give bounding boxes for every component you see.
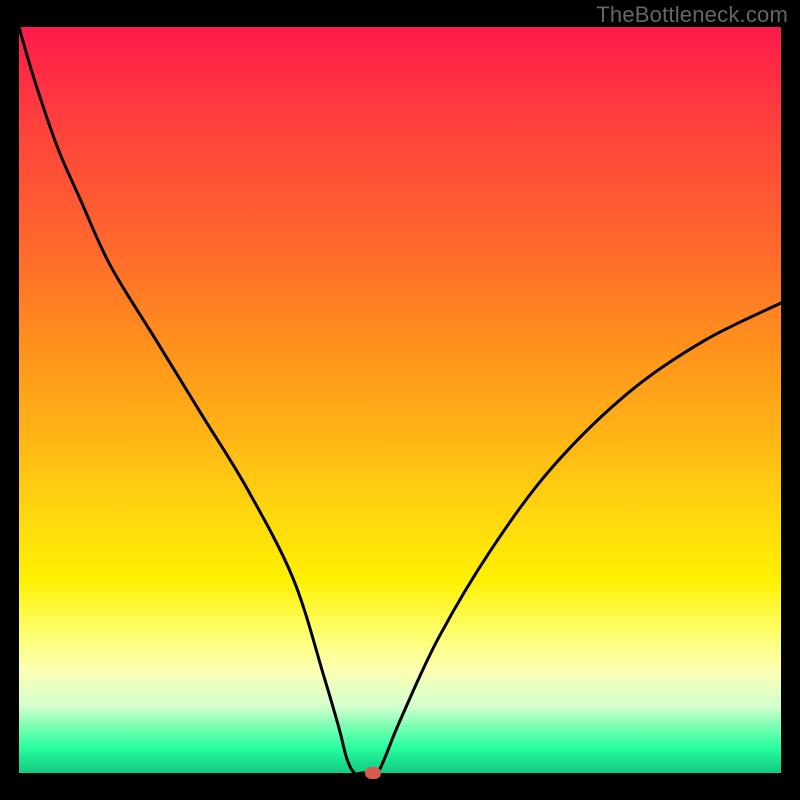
- plot-area: [19, 27, 781, 773]
- chart-frame: TheBottleneck.com: [0, 0, 800, 800]
- marker-dot: [365, 767, 381, 779]
- bottleneck-curve: [19, 27, 781, 773]
- watermark-text: TheBottleneck.com: [596, 2, 788, 28]
